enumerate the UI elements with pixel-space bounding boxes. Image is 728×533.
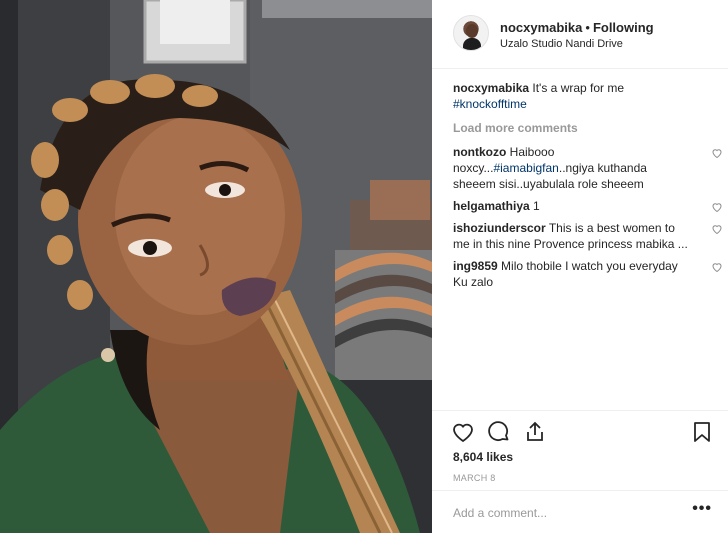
comment-item: ing9859 Milo thobile I watch you everyda… [453, 258, 722, 290]
selfie-image [0, 0, 432, 533]
comment-username[interactable]: nontkozo [453, 145, 506, 159]
comment-like-icon[interactable] [711, 261, 723, 273]
bookmark-icon[interactable] [690, 420, 714, 444]
avatar-face [466, 24, 478, 38]
following-button[interactable]: Following [593, 20, 654, 35]
caption: nocxymabika It's a wrap for me #knockoff… [453, 80, 717, 112]
post-header: nocxymabika • Following Uzalo Studio Nandi… [432, 0, 728, 69]
avatar[interactable] [453, 15, 489, 51]
comment-like-icon[interactable] [711, 223, 723, 235]
comment-text: 1 [533, 199, 540, 213]
comment-like-icon[interactable] [711, 147, 723, 159]
add-comment-bar: ••• [432, 490, 728, 533]
comment-username[interactable]: ishoziunderscor [453, 221, 546, 235]
share-upload-icon[interactable] [523, 420, 547, 444]
add-comment-input[interactable] [453, 504, 673, 522]
load-more-comments-button[interactable]: Load more comments [453, 120, 717, 136]
likes-count[interactable]: 8,604 likes [453, 450, 513, 464]
caption-hashtag[interactable]: #knockofftime [453, 97, 527, 111]
heart-outline-icon[interactable] [451, 420, 475, 444]
post-date[interactable]: MARCH 8 [453, 473, 496, 483]
location-link[interactable]: Uzalo Studio Nandi Drive [500, 38, 623, 50]
caption-username[interactable]: nocxymabika [453, 81, 529, 95]
post-sidebar: nocxymabika • Following Uzalo Studio Nandi… [432, 0, 728, 533]
comment-item: nontkozo Haibooo noxcy...#iamabigfan..ng… [453, 144, 722, 192]
post-actions: 8,604 likes MARCH 8 [432, 410, 728, 490]
speech-bubble-icon[interactable] [487, 420, 511, 444]
comment-item: ishoziunderscor This is a best women to … [453, 220, 722, 252]
instagram-post: nocxymabika • Following Uzalo Studio Nandi… [0, 0, 728, 533]
comment-item: helgamathiya 1 [453, 198, 722, 214]
header-username-row: nocxymabika • Following [500, 20, 654, 35]
more-options-icon[interactable]: ••• [692, 500, 712, 518]
comment-username[interactable]: helgamathiya [453, 199, 530, 213]
comment-like-icon[interactable] [711, 201, 723, 213]
header-username-link[interactable]: nocxymabika [500, 20, 582, 35]
comment-username[interactable]: ing9859 [453, 259, 498, 273]
avatar-body [463, 38, 481, 50]
caption-text: It's a wrap for me [532, 81, 625, 95]
post-photo[interactable] [0, 0, 432, 533]
comment-hashtag[interactable]: #iamabigfan [493, 161, 558, 175]
comments-section: nocxymabika It's a wrap for me #knockoff… [453, 80, 722, 296]
separator-dot: • [585, 20, 590, 35]
